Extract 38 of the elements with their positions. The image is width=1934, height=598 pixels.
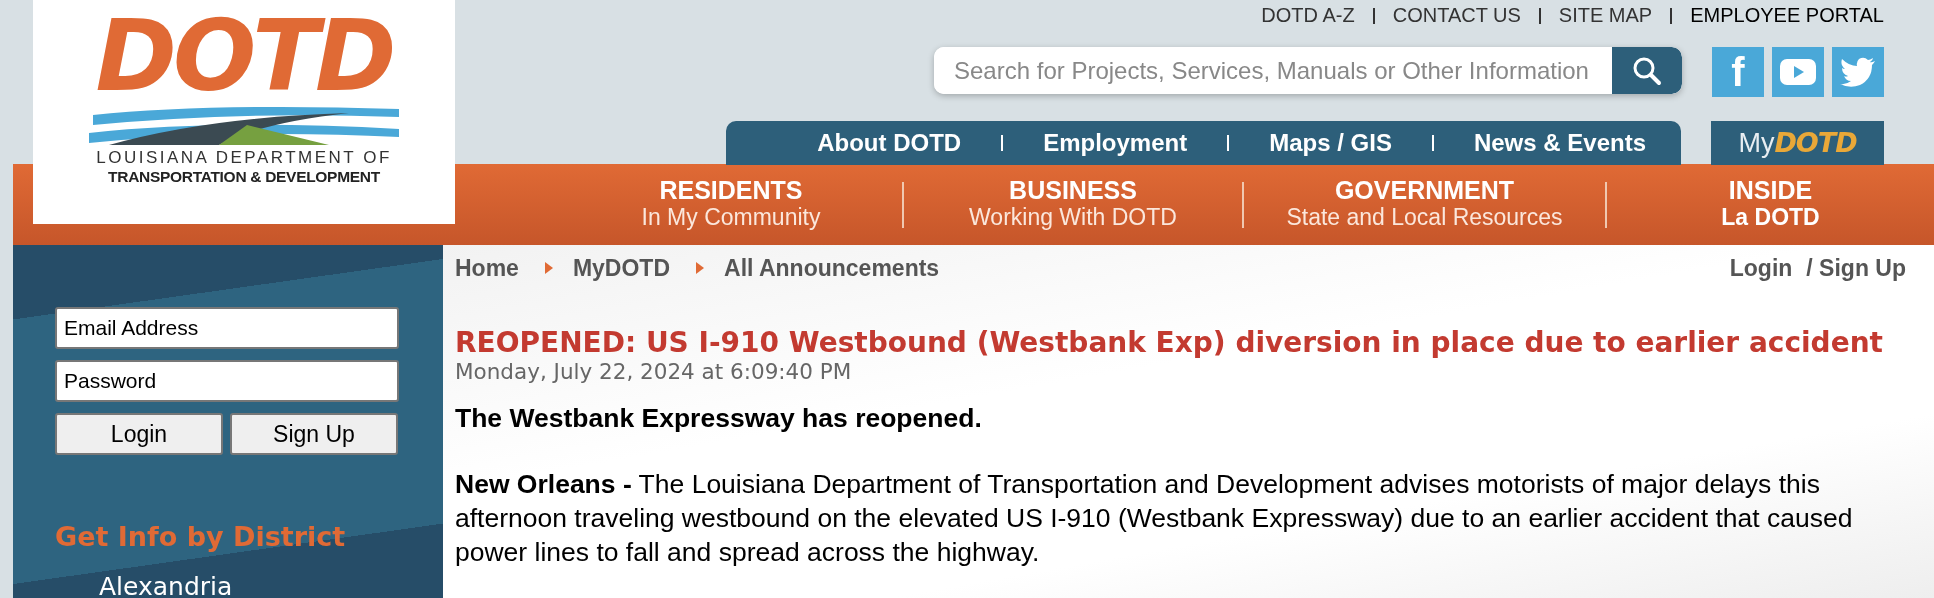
breadcrumb-link[interactable]: Home (455, 251, 519, 286)
utility-link[interactable]: EMPLOYEE PORTAL (1690, 3, 1884, 27)
nav-link[interactable]: Maps / GIS (1269, 128, 1392, 158)
search-field[interactable]: Search for Projects, Services, Manuals or Other Information (934, 47, 1682, 94)
utility-link[interactable]: DOTD A-Z (1261, 3, 1355, 27)
triangle-icon (696, 262, 705, 275)
search-icon (1632, 55, 1662, 86)
lead-sentence: The Westbank Expressway has reopened. (455, 401, 983, 435)
utility-link[interactable]: SITE MAP (1558, 3, 1653, 27)
audience-link[interactable]: GOVERNMENT State and Local Resources (1242, 181, 1605, 228)
article-date: Monday, July 22, 2024 at 6:09:40 PM (455, 359, 853, 385)
signup-button[interactable]: Sign Up (230, 413, 398, 455)
email-field[interactable]: Email Address (55, 307, 399, 349)
login-button[interactable]: Login (55, 413, 223, 455)
account-link[interactable]: / Sign Up (1806, 251, 1906, 286)
triangle-icon (544, 262, 553, 275)
nav-link[interactable]: About DOTD (817, 128, 962, 158)
password-field[interactable]: Password (55, 360, 399, 402)
breadcrumb-link[interactable]: All Announcements (724, 251, 940, 286)
video-link[interactable] (1772, 47, 1824, 97)
account-link[interactable]: Login (1729, 251, 1793, 286)
district-link[interactable]: Alexandria (99, 567, 233, 598)
mydotd-link[interactable]: MyDOTD (1711, 121, 1884, 165)
breadcrumb-link[interactable]: MyDOTD (572, 251, 671, 286)
utility-link[interactable]: CONTACT US (1392, 3, 1521, 27)
bird-link[interactable] (1832, 47, 1884, 97)
section-heading: Get Info by District (55, 520, 347, 554)
nav-link[interactable]: News & Events (1473, 128, 1646, 158)
audience-link[interactable]: INSIDE La DOTD (1605, 181, 1934, 228)
article-paragraph: New Orleans - The Louisiana Department of Transportation and Development advises motorists of major delays this afternoon traveling westbound on the elevated US I-910 (Westbank Expressway) due to an earlier accident that caused power lines to fall and spread across the highway. (455, 467, 1854, 569)
search-button[interactable] (1612, 47, 1682, 94)
logo[interactable]: DOTD LOUISIANA DEPARTMENT OF TRANSPORTATION & DEVELOPMENT (33, 0, 455, 224)
play-icon (1780, 59, 1816, 85)
bird-icon (1840, 57, 1876, 87)
article-title: REOPENED: US I-910 Westbound (Westbank Exp) diversion in place due to earlier accident (455, 325, 1884, 360)
nav-link[interactable]: Employment (1043, 128, 1188, 158)
audience-link[interactable]: RESIDENTS In My Community (560, 181, 902, 228)
audience-link[interactable]: BUSINESS Working With DOTD (902, 181, 1242, 228)
